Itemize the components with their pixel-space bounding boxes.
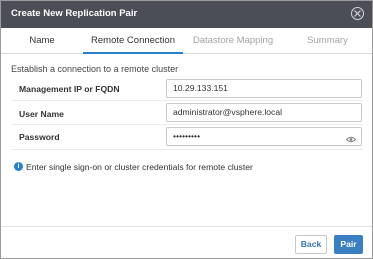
dialog-title: Create New Replication Pair (11, 8, 138, 19)
tab-remote-connection[interactable]: Remote Connection (83, 28, 183, 54)
row-divider (11, 149, 363, 150)
eye-icon[interactable] (345, 132, 357, 149)
user-name-label: User Name (19, 109, 64, 119)
password-label: Password (19, 132, 60, 142)
password-input[interactable]: ••••••••• (166, 127, 362, 146)
back-button[interactable]: Back (295, 235, 327, 254)
row-divider (11, 100, 363, 101)
active-tab-indicator (83, 52, 183, 54)
user-name-input[interactable]: administrator@vsphere.local (166, 103, 362, 122)
tab-datastore-mapping: Datastore Mapping (192, 35, 274, 46)
management-ip-input[interactable]: 10.29.133.151 (166, 79, 362, 98)
pair-button[interactable]: Pair (334, 235, 363, 254)
tab-summary: Summary (307, 35, 348, 46)
wizard-tabs: Name Remote Connection Datastore Mapping… (1, 28, 372, 54)
info-text: Enter single sign-on or cluster credenti… (26, 162, 253, 172)
create-replication-pair-dialog: Create New Replication Pair Name Remote … (0, 0, 373, 259)
management-ip-label: Management IP or FQDN (19, 84, 120, 94)
info-icon: i (14, 162, 23, 171)
form-subtitle: Establish a connection to a remote clust… (11, 64, 179, 74)
row-divider (11, 124, 363, 125)
close-icon[interactable] (351, 7, 364, 20)
dialog-footer: Back Pair (1, 226, 372, 258)
tab-name[interactable]: Name (1, 28, 83, 54)
password-value: ••••••••• (173, 131, 201, 141)
dialog-titlebar: Create New Replication Pair (1, 1, 372, 28)
